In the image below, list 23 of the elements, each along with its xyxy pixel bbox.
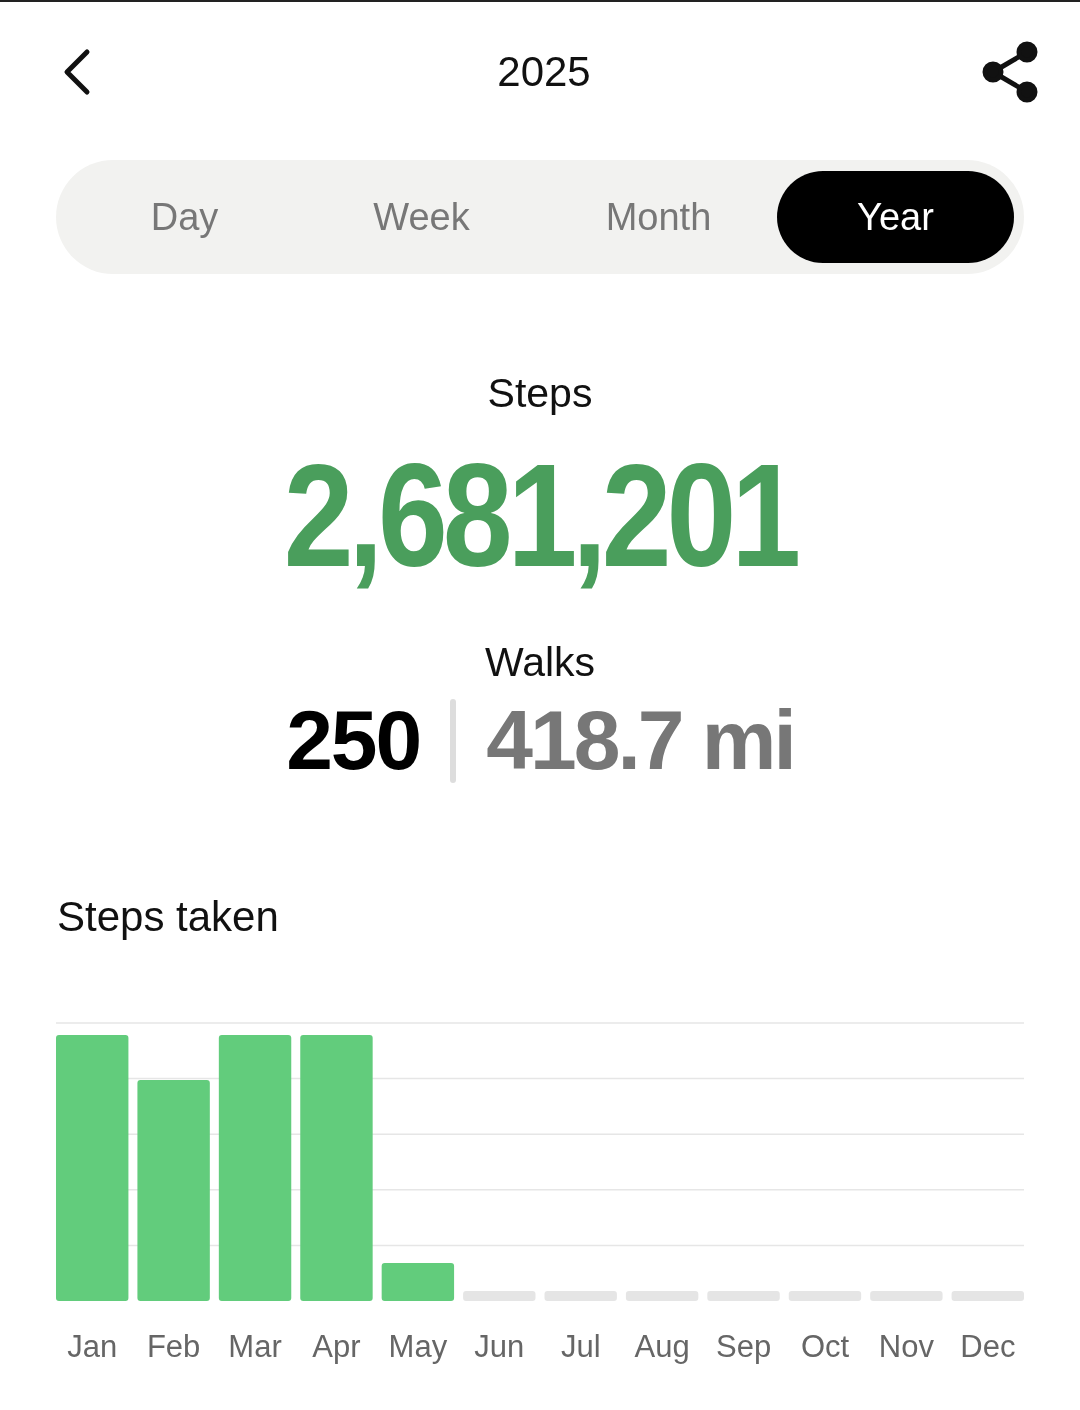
month-label: Dec [959,1329,1017,1365]
month-label: Nov [877,1329,935,1365]
chart-title: Steps taken [57,893,280,941]
walks-count: 250 [286,692,421,789]
month-label: Jul [559,1329,602,1365]
month-label: Jan [66,1329,119,1365]
walks-distance: 418.7 mi [486,692,794,789]
steps-total: 2,681,201 [283,443,797,589]
month-label: Sep [715,1329,773,1365]
page-title: 2025 [497,48,591,96]
month-label: Jun [473,1329,526,1365]
period-tab[interactable]: Day [66,171,303,263]
steps-label: Steps [487,370,593,417]
month-label: Apr [311,1329,362,1365]
month-label: Aug [633,1329,691,1365]
month-label: Feb [145,1329,202,1365]
period-tab[interactable]: Week [303,171,540,263]
month-label: Oct [799,1329,851,1365]
month-label: May [387,1329,449,1365]
month-label: Mar [227,1329,283,1365]
walks-label: Walks [484,639,596,686]
period-tab[interactable]: Month [540,171,777,263]
period-tab[interactable]: Year [777,171,1014,263]
